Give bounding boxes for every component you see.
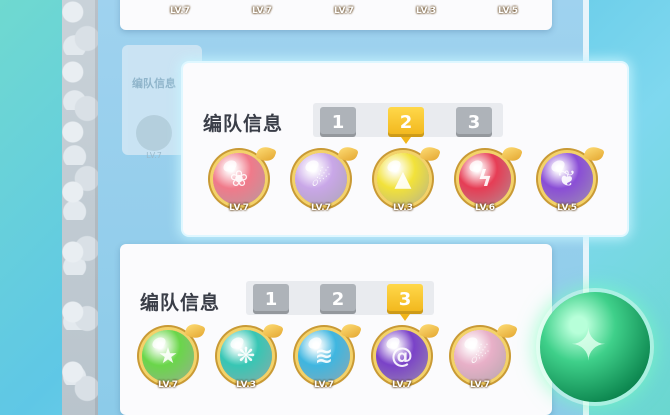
faded-orb-icon bbox=[136, 115, 172, 151]
orb-glyph: ▲ bbox=[394, 166, 412, 192]
orb-level: LV.3 bbox=[393, 203, 413, 213]
tab-team-1[interactable]: 1 bbox=[253, 284, 289, 314]
tab-team-2[interactable]: 2 bbox=[388, 107, 424, 144]
orb-level: LV.3 bbox=[236, 380, 256, 390]
orb-level: LV.7 bbox=[158, 380, 178, 390]
gold-wing-icon bbox=[501, 144, 523, 164]
flower-icon[interactable]: ❀ LV.7 bbox=[213, 144, 277, 213]
orb-level: LV.7 bbox=[229, 203, 249, 213]
wave-hands-icon[interactable]: ❋ LV.3 bbox=[220, 321, 284, 390]
orb-level: LV.7 bbox=[334, 6, 354, 16]
orb-level: LV.7 bbox=[311, 203, 331, 213]
orb-level: LV.7 bbox=[252, 6, 272, 16]
tab-team-3[interactable]: 3 bbox=[387, 284, 423, 321]
gold-wing-icon bbox=[418, 321, 440, 341]
wave-icon[interactable]: ≋ LV.7 bbox=[298, 321, 362, 390]
gold-wing-icon bbox=[583, 144, 605, 164]
orb-level: LV.3 bbox=[416, 6, 436, 16]
orb-level: LV.7 bbox=[170, 6, 190, 16]
orb-glyph: ϟ bbox=[477, 166, 493, 192]
arrow-up-icon[interactable]: ▲ LV.3 bbox=[377, 144, 441, 213]
orb-level: LV.5 bbox=[498, 6, 518, 16]
stone-wall bbox=[62, 0, 98, 415]
orb-level: LV.7 bbox=[470, 380, 490, 390]
star-icon: ✦ bbox=[570, 320, 607, 371]
team-title: 编队信息 bbox=[140, 292, 221, 314]
tab-team-1[interactable]: 1 bbox=[320, 107, 356, 137]
gold-wing-icon bbox=[337, 144, 359, 164]
gold-wing-icon bbox=[340, 321, 362, 341]
butterfly-icon[interactable]: ❦ LV.5 bbox=[541, 144, 605, 213]
gold-wing-icon bbox=[262, 321, 284, 341]
hands-icon[interactable]: ☄ LV.7 bbox=[454, 321, 518, 390]
team-title: 编队信息 bbox=[132, 77, 176, 90]
gold-wing-icon bbox=[255, 144, 277, 164]
team-title: 编队信息 bbox=[203, 113, 284, 135]
team-card-2[interactable]: 编队信息 1 2 3 ★ LV.7 ❋ LV.3 ≋ LV.7 @ LV.7 ☄ LV.7 bbox=[120, 244, 552, 415]
gold-wing-icon bbox=[184, 321, 206, 341]
gold-wing-icon bbox=[496, 321, 518, 341]
orb-level: LV.7 bbox=[392, 380, 412, 390]
tab-team-2[interactable]: 2 bbox=[320, 284, 356, 314]
hands-icon[interactable]: ☄ LV.7 bbox=[295, 144, 359, 213]
big-star-orb-icon[interactable]: ✦ bbox=[540, 292, 650, 402]
orb-level: LV.7 bbox=[146, 151, 162, 160]
gold-wing-icon bbox=[419, 144, 441, 164]
tab-team-3[interactable]: 3 bbox=[456, 107, 492, 137]
team-card-top[interactable]: LV.7 LV.7 LV.7 LV.3 LV.5 bbox=[120, 0, 552, 30]
orb-level: LV.6 bbox=[475, 203, 495, 213]
orb-level: LV.5 bbox=[557, 203, 577, 213]
team-card-1[interactable]: 编队信息 1 2 3 ❀ LV.7 ☄ LV.7 ▲ LV.3 ϟ LV.6 ❦ LV.5 bbox=[183, 63, 627, 235]
star-icon[interactable]: ★ LV.7 bbox=[142, 321, 206, 390]
lightning-icon[interactable]: ϟ LV.6 bbox=[459, 144, 523, 213]
spiral-icon[interactable]: @ LV.7 bbox=[376, 321, 440, 390]
orb-level: LV.7 bbox=[314, 380, 334, 390]
